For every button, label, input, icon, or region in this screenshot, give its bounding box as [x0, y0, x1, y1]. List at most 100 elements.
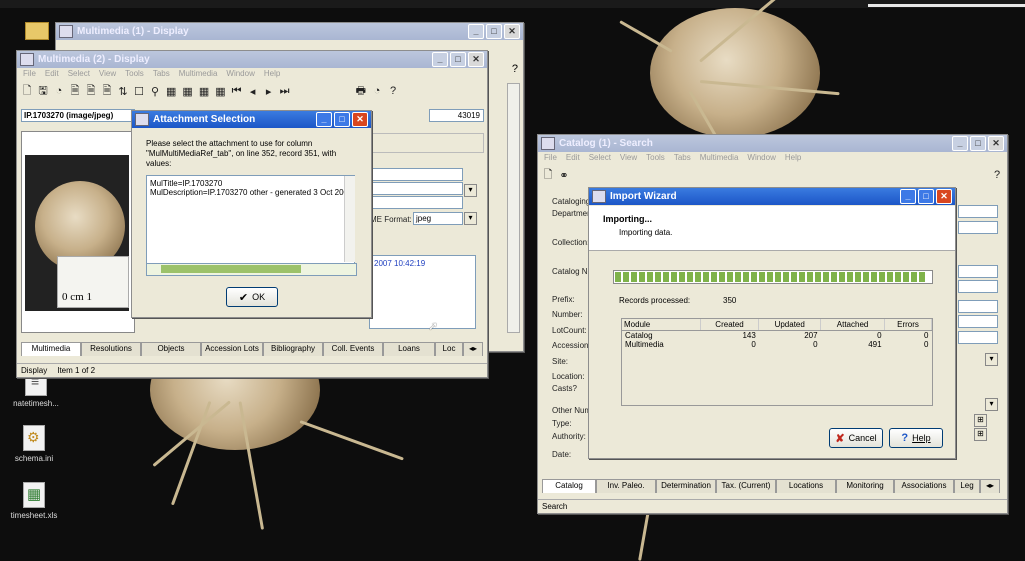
menu-view[interactable]: View	[620, 153, 637, 165]
catalog-field[interactable]	[958, 221, 998, 234]
menu-select[interactable]: Select	[589, 153, 611, 165]
tab-determination[interactable]: Determination	[656, 479, 716, 493]
tab-scroll-arrows[interactable]: ◂▸	[980, 479, 1000, 493]
multimedia-1-titlebar[interactable]: Multimedia (1) - Display _ □ ✕	[56, 23, 523, 40]
first-record-icon[interactable]: ⏮	[232, 85, 242, 98]
maximize-icon[interactable]: □	[486, 24, 502, 39]
sort-icon[interactable]: ⇅	[118, 85, 128, 98]
tab-multimedia[interactable]: Multimedia	[21, 342, 81, 356]
menu-file[interactable]: File	[23, 69, 36, 81]
maximize-icon[interactable]: □	[970, 136, 986, 151]
list-item[interactable]: MulTitle=IP.1703270	[150, 179, 351, 188]
minimize-icon[interactable]: _	[316, 112, 332, 127]
menu-edit[interactable]: Edit	[566, 153, 580, 165]
grid-icon[interactable]: ▦	[215, 85, 225, 98]
minimize-icon[interactable]: _	[432, 52, 448, 67]
close-icon[interactable]: ✕	[504, 24, 520, 39]
detail-field[interactable]	[369, 168, 463, 181]
scrollbar-thumb[interactable]	[161, 265, 301, 273]
tab-bibliography[interactable]: Bibliography	[263, 342, 323, 356]
grid-icon[interactable]: ▦	[199, 85, 209, 98]
tab-coll-events[interactable]: Coll. Events	[323, 342, 383, 356]
mime-format-field[interactable]: jpeg	[413, 212, 463, 225]
multimedia-2-titlebar[interactable]: Multimedia (2) - Display _ □ ✕	[17, 51, 487, 68]
menu-multimedia[interactable]: Multimedia	[179, 69, 218, 81]
catalog-titlebar[interactable]: Catalog (1) - Search _ □ ✕	[538, 135, 1007, 152]
menu-window[interactable]: Window	[747, 153, 775, 165]
attachment-dialog-titlebar[interactable]: Attachment Selection _ □ ✕	[132, 111, 371, 128]
next-record-icon[interactable]: ▸	[264, 85, 274, 98]
grid-icon[interactable]: ▦	[182, 85, 192, 98]
close-icon[interactable]: ✕	[936, 189, 952, 204]
type-lookup-icon[interactable]: ⊞	[974, 414, 987, 427]
catalog-field[interactable]	[958, 205, 998, 218]
tab-locations[interactable]: Locations	[776, 479, 836, 493]
menu-tools[interactable]: Tools	[125, 69, 144, 81]
cancel-button[interactable]: ✘ Cancel	[829, 428, 883, 448]
authority-lookup-icon[interactable]: ⊞	[974, 428, 987, 441]
menu-view[interactable]: View	[99, 69, 116, 81]
help-icon[interactable]: ?	[992, 169, 1002, 181]
close-icon[interactable]: ✕	[468, 52, 484, 67]
page-icon[interactable]: 🗎	[70, 82, 80, 101]
binoculars-icon[interactable]: ⚭	[559, 169, 569, 182]
maximize-icon[interactable]: □	[334, 112, 350, 127]
catalog-field[interactable]	[958, 265, 998, 278]
menu-multimedia[interactable]: Multimedia	[700, 153, 739, 165]
minimize-icon[interactable]: _	[952, 136, 968, 151]
tab-tax-current[interactable]: Tax. (Current)	[716, 479, 776, 493]
menu-select[interactable]: Select	[68, 69, 90, 81]
lookup-icon[interactable]: ▾	[464, 184, 477, 197]
maximize-icon[interactable]: □	[450, 52, 466, 67]
catalog-field[interactable]	[958, 315, 998, 328]
tab-inv-paleo[interactable]: Inv. Paleo.	[596, 479, 656, 493]
catalog-field[interactable]	[958, 280, 998, 293]
catalog-field[interactable]	[958, 331, 998, 344]
tab-scroll-arrows[interactable]: ◂▸	[463, 342, 483, 356]
list-item[interactable]: MulDescription=IP.1703270 other - genera…	[150, 188, 351, 197]
tab-objects[interactable]: Objects	[141, 342, 201, 356]
folder-icon[interactable]	[25, 22, 49, 40]
help-button[interactable]: ? Help	[889, 428, 943, 448]
site-lookup-icon[interactable]: ▾	[985, 353, 998, 366]
other-num-lookup-icon[interactable]: ▾	[985, 398, 998, 411]
tab-associations[interactable]: Associations	[894, 479, 954, 493]
close-icon[interactable]: ✕	[988, 136, 1004, 151]
record-id-field[interactable]: IP.1703270 (image/jpeg)	[21, 109, 135, 122]
tab-loans[interactable]: Loans	[383, 342, 435, 356]
ok-button[interactable]: ✔ OK	[226, 287, 278, 307]
page-icon[interactable]: 🗎	[102, 82, 112, 101]
minimize-icon[interactable]: _	[900, 189, 916, 204]
page-icon[interactable]: 🗎	[86, 82, 96, 101]
grid-icon[interactable]: ▦	[166, 85, 176, 98]
catalog-field[interactable]	[958, 300, 998, 313]
last-record-icon[interactable]: ⏭	[280, 85, 290, 98]
tab-resolutions[interactable]: Resolutions	[81, 342, 141, 356]
import-wizard-titlebar[interactable]: Import Wizard _ □ ✕	[589, 188, 955, 205]
menu-tools[interactable]: Tools	[646, 153, 665, 165]
edit-icon[interactable]: ☐	[134, 85, 144, 98]
tab-loc[interactable]: Loc	[435, 342, 463, 356]
import-wizard-dialog[interactable]: Import Wizard _ □ ✕ Importing... Importi…	[588, 187, 956, 459]
new-icon[interactable]: 🗋	[543, 166, 553, 185]
detail-field[interactable]	[369, 182, 463, 195]
tab-accession-lots[interactable]: Accession Lots	[201, 342, 263, 356]
tab-catalog[interactable]: Catalog	[542, 479, 596, 493]
minimize-icon[interactable]: _	[468, 24, 484, 39]
search-icon[interactable]: ⚲	[150, 85, 160, 98]
menu-help[interactable]: Help	[785, 153, 801, 165]
previous-record-icon[interactable]: ◂	[248, 85, 258, 98]
stop-icon[interactable]: ◔	[372, 85, 382, 97]
detail-field[interactable]	[369, 196, 463, 209]
menu-window[interactable]: Window	[226, 69, 254, 81]
list-vscrollbar[interactable]	[344, 176, 355, 262]
mime-lookup-icon[interactable]: ▾	[464, 212, 477, 225]
menu-tabs[interactable]: Tabs	[674, 153, 691, 165]
help-icon[interactable]: ?	[512, 63, 518, 75]
tab-monitoring[interactable]: Monitoring	[836, 479, 894, 493]
menu-help[interactable]: Help	[264, 69, 280, 81]
attachment-list[interactable]: MulTitle=IP.1703270 MulDescription=IP.17…	[146, 175, 355, 275]
new-icon[interactable]: 🗋	[22, 82, 32, 101]
menu-edit[interactable]: Edit	[45, 69, 59, 81]
menu-tabs[interactable]: Tabs	[153, 69, 170, 81]
